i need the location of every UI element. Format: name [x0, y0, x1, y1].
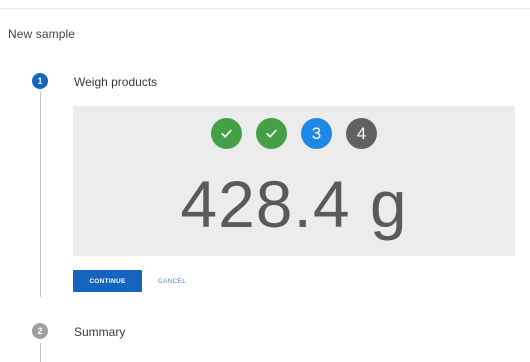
weighing-panel: 3 4 428.4 g [73, 106, 515, 256]
dialog-title: New sample [8, 27, 76, 41]
progress-dot-done [211, 118, 242, 149]
step-weigh-products-label: Weigh products [74, 75, 158, 89]
check-icon [220, 127, 233, 140]
stepper-connector-line [40, 343, 41, 362]
step-number: 2 [37, 326, 43, 336]
top-divider [0, 8, 530, 9]
cancel-button[interactable]: CANCEL [152, 270, 192, 292]
progress-dot-number: 4 [356, 123, 367, 143]
new-sample-dialog: New sample 1 Weigh products 3 4 428.4 g … [0, 0, 530, 362]
stepper-connector-line [40, 92, 41, 297]
step-summary-label: Summary [74, 325, 126, 339]
step-2-indicator: 2 [32, 323, 48, 339]
continue-button[interactable]: CONTINUE [73, 270, 142, 292]
check-icon [265, 127, 278, 140]
step-1-indicator: 1 [32, 73, 48, 89]
progress-dot-number: 3 [311, 123, 322, 143]
progress-dot-current: 3 [301, 118, 332, 149]
weight-readout: 428.4 g [180, 167, 408, 241]
progress-dot-pending: 4 [346, 118, 377, 149]
step-number: 1 [37, 76, 43, 86]
weighing-progress: 3 4 [73, 118, 515, 149]
progress-dot-done [256, 118, 287, 149]
